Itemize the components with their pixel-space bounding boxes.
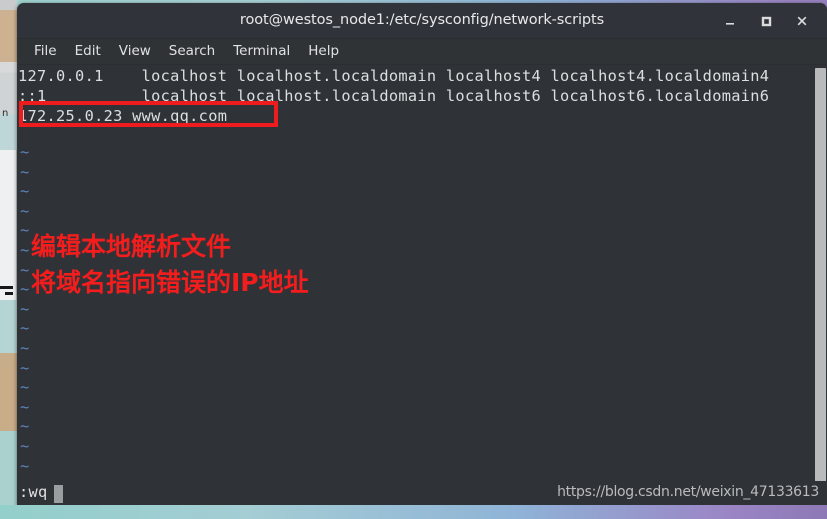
desktop-window-edge-middle [0,150,17,300]
annotation-line-2: 将域名指向错误的IP地址 [31,268,309,297]
editor-buffer[interactable]: 127.0.0.1 localhost localhost.localdomai… [17,65,827,506]
empty-line-marker: ~ [20,417,30,436]
empty-line-marker: ~ [20,162,30,181]
close-button[interactable] [791,10,813,32]
desktop-window-edge-lower [0,368,17,430]
minimize-icon [726,22,734,25]
maximize-icon [761,16,772,26]
command-line-text: :wq [19,483,48,501]
desktop-window-edge-top [0,10,17,62]
highlight-rectangle [19,101,278,127]
empty-line-marker: ~ [20,280,30,299]
window-controls [719,3,819,38]
menu-bar: File Edit View Search Terminal Help [17,39,827,65]
empty-line-marker: ~ [20,339,30,357]
empty-line-marker: ~ [20,299,30,318]
minimize-button[interactable] [719,10,741,32]
close-icon [797,16,807,25]
empty-line-marker: ~ [20,437,30,455]
empty-line-marker: ~ [20,182,30,201]
editor-line-1: 127.0.0.1 localhost localhost.localdomai… [18,67,770,85]
window-title: root@westos_node1:/etc/sysconfig/network… [239,12,605,28]
status-bar: :wq https://blog.csdn.net/weixin_4713361… [17,481,827,506]
desktop-artifact-dash [0,286,13,289]
menu-item-edit[interactable]: Edit [66,39,110,64]
empty-line-marker: ~ [20,378,30,397]
menu-item-help[interactable]: Help [299,39,348,64]
vertical-scrollbar[interactable] [815,68,826,500]
empty-line-marker: ~ [20,201,30,220]
empty-line-marker: ~ [20,260,30,279]
menu-item-file[interactable]: File [25,39,66,64]
empty-line-marker: ~ [20,358,30,377]
watermark-url: https://blog.csdn.net/weixin_47133613 [557,484,819,500]
title-bar[interactable]: root@westos_node1:/etc/sysconfig/network… [17,3,827,39]
menu-item-search[interactable]: Search [160,39,224,64]
maximize-button[interactable] [755,10,777,32]
menu-item-terminal[interactable]: Terminal [224,39,299,64]
screen: n root@westos_node1:/etc/sysconfig/netwo… [0,0,827,519]
desktop-artifact-glyph: n [2,108,9,119]
empty-line-marker: ~ [20,397,30,416]
empty-line-marker: ~ [20,241,30,259]
terminal-window: root@westos_node1:/etc/sysconfig/network… [17,3,827,506]
empty-line-marker: ~ [20,319,30,338]
desktop-artifact-dash-2 [5,292,13,295]
desktop-bottom-strip [0,505,827,519]
text-cursor [54,485,63,503]
empty-line-marker: ~ [20,221,30,240]
menu-item-view[interactable]: View [110,39,160,64]
empty-line-marker: ~ [20,456,30,475]
annotation-line-1: 编辑本地解析文件 [31,232,232,261]
empty-line-marker: ~ [20,143,30,161]
